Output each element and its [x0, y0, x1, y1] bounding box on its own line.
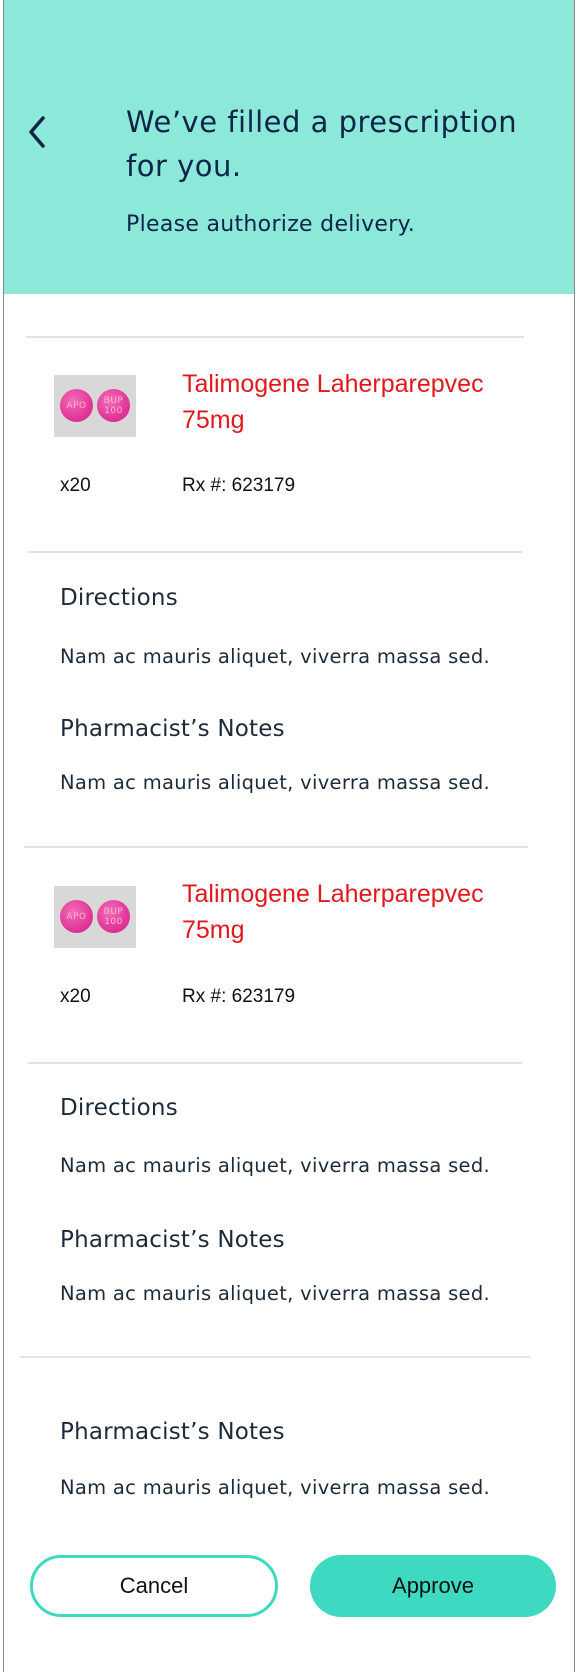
- drug-name: Talimogene Laherparepvec 75mg: [182, 370, 484, 434]
- pill-icon: APO: [60, 900, 93, 933]
- page-subtitle: Please authorize delivery.: [126, 212, 416, 237]
- directions-text: Nam ac mauris aliquet, viverra massa sed…: [60, 645, 491, 668]
- pill-icon: BUP 100: [97, 389, 130, 422]
- pharmacist-notes-text: Nam ac mauris aliquet, viverra massa sed…: [60, 1282, 491, 1305]
- pharmacist-notes-text: Nam ac mauris aliquet, viverra massa sed…: [60, 771, 491, 794]
- directions-text: Nam ac mauris aliquet, viverra massa sed…: [60, 1154, 491, 1177]
- quantity: x20: [60, 475, 91, 496]
- pharmacist-notes-heading: Pharmacist’s Notes: [60, 1227, 285, 1253]
- pharmacist-notes-heading: Pharmacist’s Notes: [60, 716, 285, 742]
- pill-image: APO BUP 100: [54, 375, 136, 437]
- quantity: x20: [60, 986, 91, 1007]
- divider: [26, 336, 524, 338]
- pill-image: APO BUP 100: [54, 886, 136, 948]
- header-banner: We’ve filled a prescription for you. Ple…: [4, 0, 574, 294]
- directions-heading: Directions: [60, 585, 178, 611]
- divider: [28, 551, 522, 553]
- pill-icon: BUP 100: [97, 900, 130, 933]
- divider: [20, 1356, 530, 1358]
- prescription-authorization-screen: We’ve filled a prescription for you. Ple…: [3, 0, 575, 1672]
- chevron-left-icon[interactable]: [24, 112, 52, 152]
- page-title: We’ve filled a prescription for you.: [126, 105, 518, 183]
- pill-icon: APO: [60, 389, 93, 422]
- cancel-button[interactable]: Cancel: [30, 1555, 278, 1617]
- rx-number: Rx #: 623179: [182, 986, 296, 1007]
- rx-number: Rx #: 623179: [182, 475, 296, 496]
- divider: [28, 1062, 522, 1064]
- divider: [24, 846, 528, 848]
- directions-heading: Directions: [60, 1095, 178, 1121]
- approve-button[interactable]: Approve: [310, 1555, 556, 1617]
- drug-name: Talimogene Laherparepvec 75mg: [182, 880, 484, 944]
- pharmacist-notes-text: Nam ac mauris aliquet, viverra massa sed…: [60, 1476, 491, 1499]
- pharmacist-notes-heading: Pharmacist’s Notes: [60, 1419, 285, 1445]
